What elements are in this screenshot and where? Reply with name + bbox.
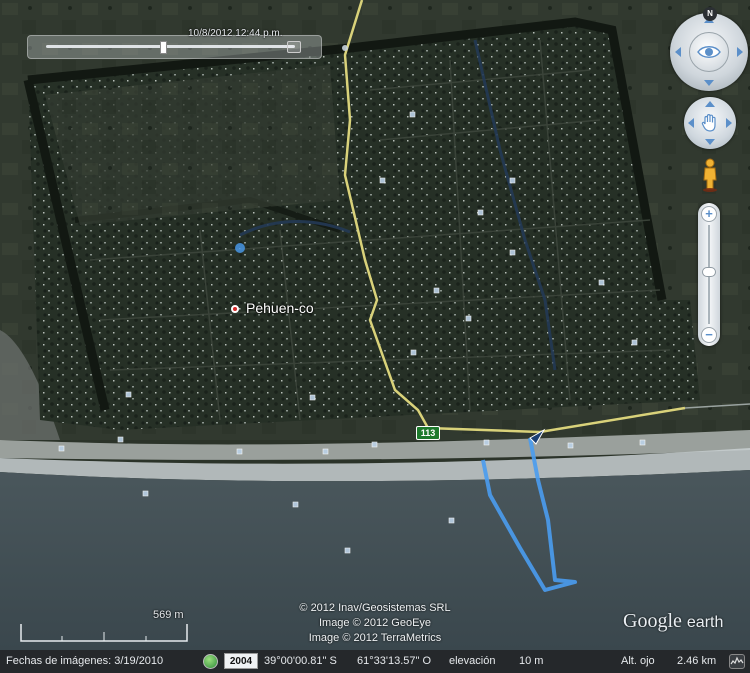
status-bar: Fechas de imágenes: 3/19/2010 2004 39°00… — [0, 650, 750, 673]
look-joystick[interactable] — [689, 32, 729, 72]
scale-bar — [20, 624, 188, 642]
latitude-readout: 39°00'00.81" S — [264, 655, 337, 667]
hand-icon[interactable] — [699, 112, 721, 134]
streaming-status-icon — [729, 654, 745, 669]
look-left-icon[interactable] — [675, 47, 681, 57]
eye-altitude-label: Alt. ojo — [621, 655, 655, 667]
move-control[interactable] — [684, 97, 736, 149]
satellite-map[interactable] — [0, 0, 750, 650]
place-label[interactable]: Pehuen-co — [246, 300, 314, 316]
imagery-date: Fechas de imágenes: 3/19/2010 — [6, 655, 164, 667]
move-right-icon[interactable] — [726, 118, 732, 128]
route-shield: 113 — [416, 426, 440, 440]
elevation-value: 10 m — [519, 655, 544, 667]
time-slider-track[interactable] — [46, 45, 295, 48]
move-up-icon[interactable] — [705, 101, 715, 107]
scale-label: 569 m — [153, 609, 184, 621]
copyright-line: © 2012 Inav/Geosistemas SRL — [299, 602, 451, 614]
time-slider-thumb[interactable] — [160, 41, 167, 54]
eye-icon — [697, 46, 721, 58]
elevation-label: elevación — [449, 655, 496, 667]
zoom-in-button[interactable]: + — [701, 206, 717, 222]
copyright-notice: © 2012 Inav/Geosistemas SRL Image © 2012… — [270, 601, 480, 646]
eye-altitude-value: 2.46 km — [677, 655, 717, 667]
move-left-icon[interactable] — [688, 118, 694, 128]
copyright-line: Image © 2012 GeoEye — [318, 617, 432, 629]
google-earth-logo: Google earth — [623, 610, 723, 633]
logo-earth: earth — [686, 614, 724, 631]
place-marker-icon[interactable] — [231, 305, 239, 313]
north-up-button[interactable]: N — [703, 7, 717, 21]
move-down-icon[interactable] — [705, 139, 715, 145]
look-down-icon[interactable] — [704, 80, 714, 86]
historical-imagery-icon[interactable] — [203, 654, 218, 669]
zoom-thumb[interactable] — [702, 267, 716, 277]
look-right-icon[interactable] — [737, 47, 743, 57]
time-slider-date: 10/8/2012 12:44 p.m. — [188, 28, 283, 39]
street-view-pegman-icon[interactable] — [700, 158, 720, 192]
look-control[interactable] — [670, 13, 748, 91]
zoom-out-button[interactable]: − — [701, 327, 717, 343]
imagery-year-badge[interactable]: 2004 — [224, 653, 258, 669]
copyright-line: Image © 2012 TerraMetrics — [308, 632, 442, 644]
map-viewport[interactable]: 10/8/2012 12:44 p.m. Pehuen-co 113 © 201… — [0, 0, 750, 673]
zoom-slider[interactable]: + − — [698, 203, 720, 346]
logo-google: Google — [623, 610, 682, 632]
longitude-readout: 61°33'13.57" O — [357, 655, 432, 667]
time-slider-settings-button[interactable] — [287, 41, 301, 53]
